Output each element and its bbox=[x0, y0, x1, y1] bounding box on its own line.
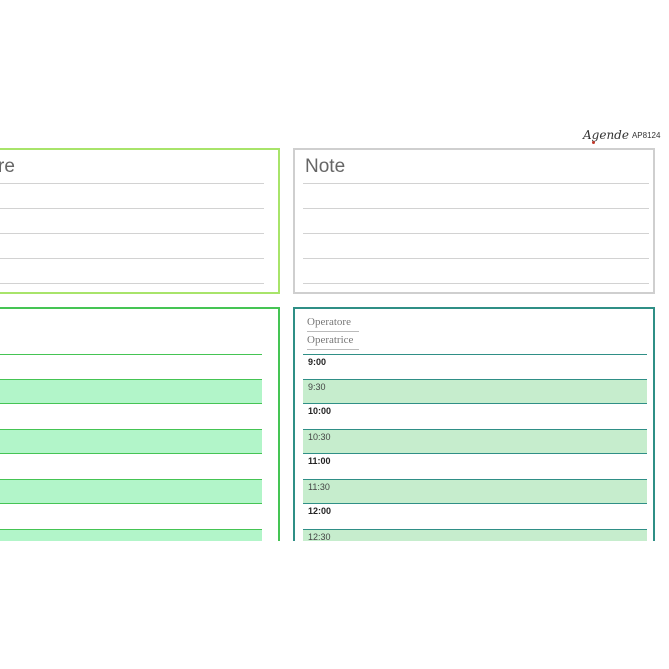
notes-box-left: re bbox=[0, 148, 280, 294]
brand: Agende AP8124 bbox=[583, 128, 661, 144]
page-background bbox=[0, 541, 669, 669]
time-label: 10:30 bbox=[308, 432, 331, 442]
time-label: 11:30 bbox=[308, 482, 330, 492]
operatrice-underline bbox=[307, 349, 359, 350]
note-line bbox=[0, 183, 264, 184]
time-slot-1130: 11:30 bbox=[303, 479, 647, 504]
time-slot bbox=[0, 354, 262, 379]
time-slot bbox=[0, 429, 262, 454]
time-label: 9:30 bbox=[308, 382, 326, 392]
operatrice-label: Operatrice bbox=[307, 334, 354, 346]
time-slot-930: 9:30 bbox=[303, 379, 647, 404]
operator-label: Operatore bbox=[307, 316, 351, 328]
time-label: 12:00 bbox=[308, 506, 332, 516]
time-slot-1000: 10:00 bbox=[303, 404, 647, 429]
note-line bbox=[303, 208, 649, 209]
time-slot-900: 9:00 bbox=[303, 354, 647, 379]
time-label: 11:00 bbox=[308, 456, 331, 466]
schedule-box-left bbox=[0, 307, 280, 554]
notes-box-left-title: re bbox=[0, 156, 15, 177]
note-line bbox=[0, 208, 264, 209]
brand-logo: Agende bbox=[583, 128, 629, 144]
time-slot-1200: 12:00 bbox=[303, 504, 647, 529]
time-slot bbox=[0, 479, 262, 504]
time-slot bbox=[0, 379, 262, 404]
note-line bbox=[303, 283, 649, 284]
time-slot-1100: 11:00 bbox=[303, 454, 647, 479]
note-line bbox=[0, 283, 264, 284]
note-line bbox=[303, 183, 649, 184]
schedule-box: Operatore Operatrice 9:00 9:30 10:00 10:… bbox=[293, 307, 655, 554]
time-slot-1030: 10:30 bbox=[303, 429, 647, 454]
operator-underline bbox=[307, 331, 359, 332]
product-code: AP8124 bbox=[631, 131, 661, 140]
note-line bbox=[0, 258, 264, 259]
notes-box: Note bbox=[293, 148, 655, 294]
notes-title: Note bbox=[305, 156, 346, 177]
time-label: 10:00 bbox=[308, 406, 332, 416]
time-label: 9:00 bbox=[308, 357, 327, 367]
note-line bbox=[0, 233, 264, 234]
note-line bbox=[303, 258, 649, 259]
note-line bbox=[303, 233, 649, 234]
